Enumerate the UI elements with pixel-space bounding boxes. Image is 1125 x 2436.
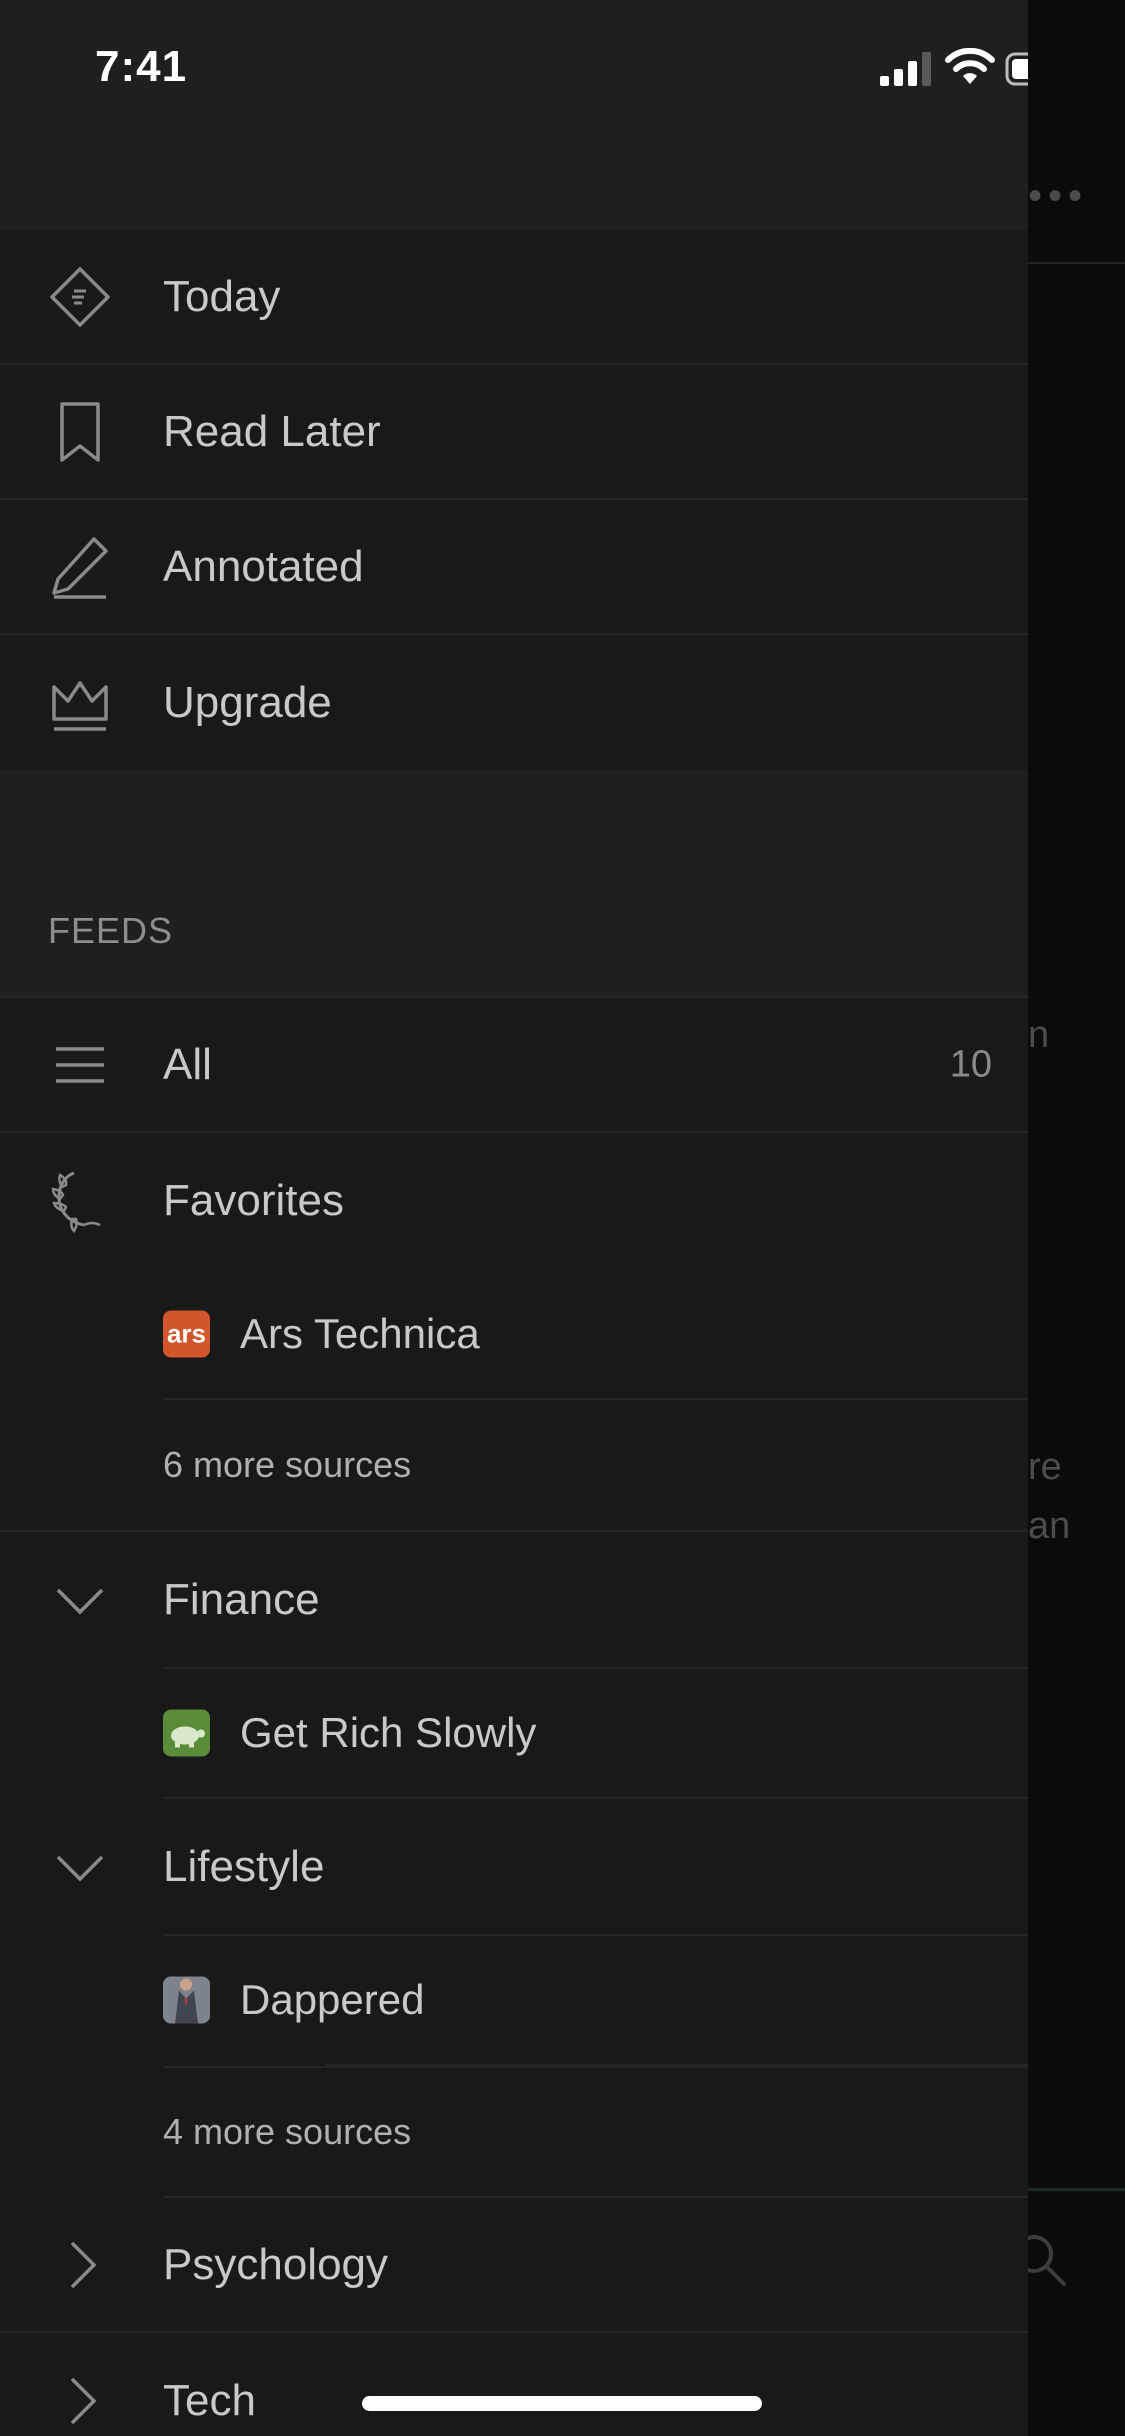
pencil-icon <box>44 531 116 603</box>
feed-source-label: Dappered <box>240 1976 425 2023</box>
status-time: 7:41 <box>95 42 188 91</box>
chevron-down-icon <box>44 1564 116 1636</box>
background-divider <box>1028 2188 1125 2191</box>
turtle-favicon <box>163 1709 210 1757</box>
home-indicator[interactable] <box>362 2396 762 2411</box>
nav-item-label: Upgrade <box>163 677 332 727</box>
side-drawer: 7:41 Today Read Later Annotated Upgrade … <box>0 0 1028 2436</box>
nav-item-upgrade[interactable]: Upgrade <box>0 635 1028 770</box>
feed-item-tech[interactable]: Tech <box>0 2333 1028 2436</box>
feed-item-finance[interactable]: Finance <box>0 1532 1028 1667</box>
cellular-signal-icon <box>880 52 931 86</box>
chevron-down-icon <box>44 1831 116 1903</box>
list-icon <box>44 1029 116 1101</box>
nav-item-label: Read Later <box>163 406 381 456</box>
more-sources-label: 6 more sources <box>163 1444 412 1485</box>
background-text-fragment: n <box>1028 1014 1050 1056</box>
chevron-right-icon <box>44 2365 116 2436</box>
today-tag-icon <box>44 261 116 333</box>
feed-item-label: Lifestyle <box>163 1841 325 1891</box>
more-sources-label: 4 more sources <box>163 2111 412 2152</box>
unread-count: 10 <box>949 1043 992 1085</box>
nav-item-read-later[interactable]: Read Later <box>0 365 1028 500</box>
feed-item-label: Favorites <box>163 1175 344 1225</box>
feed-item-label: All <box>163 1039 212 1089</box>
feeds-section-heading: FEEDS <box>48 910 174 951</box>
ars-technica-favicon: ars <box>163 1310 210 1358</box>
feed-source-label: Ars Technica <box>240 1310 480 1357</box>
primary-nav: Today Read Later Annotated Upgrade <box>0 230 1028 770</box>
feed-item-lifestyle[interactable]: Lifestyle <box>0 1799 1028 1934</box>
laurel-icon <box>44 1165 116 1237</box>
feed-source-dappered[interactable]: Dappered <box>163 1934 1028 2066</box>
feed-item-favorites[interactable]: Favorites <box>0 1133 1028 1268</box>
crown-icon <box>44 667 116 739</box>
background-divider <box>1028 262 1125 264</box>
background-text-fragment: an <box>1028 1505 1071 1547</box>
chevron-right-icon <box>44 2229 116 2301</box>
feeds-list: All 10 Favorites ars Ars Technica 6 more… <box>0 996 1028 2436</box>
more-options-icon: ••• <box>1028 174 1089 218</box>
bookmark-icon <box>44 396 116 468</box>
feed-source-label: Get Rich Slowly <box>240 1709 537 1756</box>
nav-item-annotated[interactable]: Annotated <box>0 500 1028 635</box>
nav-item-today[interactable]: Today <box>0 230 1028 365</box>
background-text-fragment: re <box>1028 1446 1062 1488</box>
feed-item-psychology[interactable]: Psychology <box>0 2198 1028 2333</box>
nav-item-label: Annotated <box>163 541 364 591</box>
dappered-favicon <box>163 1976 210 2024</box>
more-sources-favorites[interactable]: 6 more sources <box>0 1400 1028 1532</box>
feed-item-all[interactable]: All 10 <box>0 998 1028 1133</box>
wifi-icon <box>945 48 995 84</box>
feed-source-ars-technica[interactable]: ars Ars Technica <box>0 1268 1028 1400</box>
feed-item-label: Finance <box>163 1574 320 1624</box>
status-bar: 7:41 <box>0 0 1028 140</box>
feed-item-label: Tech <box>163 2375 256 2425</box>
feed-source-get-rich-slowly[interactable]: Get Rich Slowly <box>163 1667 1028 1799</box>
battery-icon <box>1005 52 1028 86</box>
nav-item-label: Today <box>163 271 281 321</box>
feed-item-label: Psychology <box>163 2239 389 2289</box>
more-sources-lifestyle[interactable]: 4 more sources <box>163 2066 1028 2198</box>
